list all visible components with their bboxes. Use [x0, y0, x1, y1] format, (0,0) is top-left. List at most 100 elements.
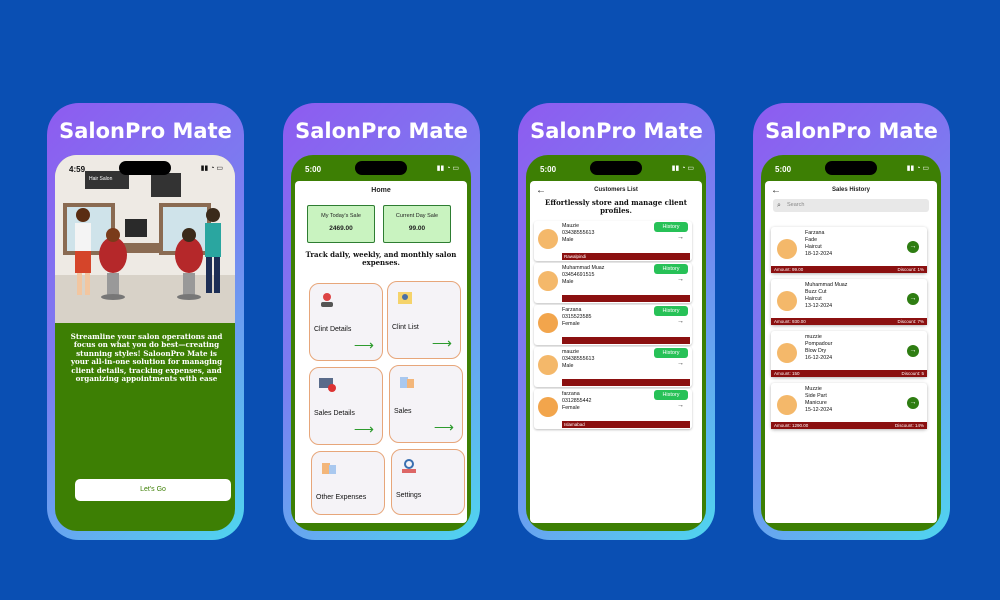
salon-illustration: Hair Salon — [55, 155, 235, 323]
tile-other-expenses[interactable]: Other Expenses — [311, 451, 385, 515]
tile-label: Other Expenses — [316, 494, 367, 501]
status-time: 5:00 — [305, 165, 322, 174]
male-avatar-icon — [777, 291, 797, 311]
customer-city — [562, 379, 690, 386]
customer-phone: 0312855442 — [562, 398, 592, 404]
customer-row[interactable]: farzana 0312855442 Female History → Islama… — [534, 389, 692, 429]
status-time: 4:59 — [69, 165, 86, 174]
customer-gender: Male — [562, 237, 574, 243]
customer-phone: 03438555613 — [562, 230, 595, 236]
customer-gender: Male — [562, 363, 574, 369]
customer-name: Mauzie — [562, 223, 580, 229]
female-avatar-icon — [777, 239, 797, 259]
customer-city: Rawalpindi — [562, 253, 690, 260]
history-button[interactable]: History — [654, 306, 688, 316]
customer-name: Muhammad Muaz — [562, 265, 605, 271]
sale-client-name: muzzie — [805, 334, 822, 340]
sale-service: Haircut — [805, 244, 822, 250]
phone-notch — [825, 161, 877, 175]
today-sale-value: 2469.00 — [329, 225, 353, 232]
search-placeholder: Search — [787, 202, 805, 208]
male-avatar-icon — [777, 343, 797, 363]
customer-phone: 03454691515 — [562, 272, 595, 278]
customer-row[interactable]: Mauzie 03438555613 Male History → Rawalpin… — [534, 221, 692, 261]
tile-label: Clint List — [392, 324, 419, 331]
page-title: Home — [371, 187, 391, 194]
sale-client-name: Muhammad Muaz — [805, 282, 848, 288]
tile-settings[interactable]: Settings — [391, 449, 465, 515]
sale-record[interactable]: muzzie Pompadour Blow Dry 16-12-2024 → Amou… — [771, 331, 927, 377]
customer-row[interactable]: Muhammad Muaz 03454691515 Male History → — [534, 263, 692, 303]
male-avatar-icon — [538, 271, 558, 291]
arrow-right-icon[interactable]: → — [677, 234, 684, 241]
phone-sales-history: 5:00 ▮▮ ◔ ▭ ← Sales History ⌕ Search Far… — [761, 155, 941, 531]
customer-city — [562, 337, 690, 344]
expenses-icon — [322, 463, 336, 474]
customer-phone: 03438555613 — [562, 356, 595, 362]
card-title: SalonPro Mate — [530, 119, 703, 143]
arrow-right-icon[interactable]: → — [907, 241, 919, 253]
arrow-right-icon[interactable]: → — [907, 397, 919, 409]
signal-battery-icon: ▮▮ ◔ ▭ — [671, 165, 694, 172]
sales-details-icon — [319, 378, 336, 392]
sale-record[interactable]: Muhammad Muaz Buzz Cut Haircut 13-12-2024 →… — [771, 279, 927, 325]
sale-record[interactable]: Muzzie Side Part Manicure 15-12-2024 → Amou… — [771, 383, 927, 429]
sale-service: Haircut — [805, 296, 822, 302]
card-title: SalonPro Mate — [295, 119, 468, 143]
history-button[interactable]: History — [654, 348, 688, 358]
sale-service: Manicure — [805, 400, 827, 406]
tile-sales[interactable]: Sales ⟶ — [389, 365, 463, 443]
tile-client-details[interactable]: Clint Details ⟶ — [309, 283, 383, 361]
sale-date: 13-12-2024 — [805, 303, 833, 309]
promo-card-sales-history: SalonPro Mate 5:00 ▮▮ ◔ ▭ ← Sales Histor… — [753, 103, 950, 540]
page-title: Sales History — [831, 187, 871, 193]
customer-row[interactable]: mauzie 03438555613 Male History → — [534, 347, 692, 387]
sale-date: 15-12-2024 — [805, 407, 833, 413]
sale-discount: Discount: 1% — [897, 267, 924, 272]
tile-client-list[interactable]: Clint List ⟶ — [387, 281, 461, 359]
history-button[interactable]: History — [654, 222, 688, 232]
back-arrow-icon[interactable]: ← — [771, 185, 781, 196]
customer-city: Islamabad — [562, 421, 690, 428]
arrow-right-icon[interactable]: → — [677, 402, 684, 409]
page-title: Customers List — [594, 187, 638, 193]
history-button[interactable]: History — [654, 390, 688, 400]
back-arrow-icon[interactable]: ← — [536, 185, 546, 196]
arrow-right-icon[interactable]: → — [907, 293, 919, 305]
search-input[interactable]: ⌕ Search — [773, 199, 929, 212]
sale-service: Side Part — [805, 393, 827, 399]
arrow-right-icon[interactable]: → — [907, 345, 919, 357]
today-sale-label: My Today's Sale — [321, 213, 361, 219]
arrow-right-icon: ⟶ — [353, 337, 374, 353]
signal-battery-icon: ▮▮ ◔ ▭ — [200, 165, 223, 172]
female-avatar-icon — [538, 313, 558, 333]
customer-city — [562, 295, 690, 302]
sale-summary-bar: Amount: 150 Discount: 5 — [771, 370, 927, 377]
sale-amount: Amount: 150 — [774, 371, 800, 376]
sale-date: 16-12-2024 — [805, 355, 833, 361]
client-details-icon — [321, 293, 333, 307]
promo-card-home: SalonPro Mate 5:00 ▮▮ ◔ ▭ Home My Today'… — [283, 103, 480, 540]
customer-row[interactable]: Farzana 0315523585 Female History → — [534, 305, 692, 345]
sale-client-name: Muzzie — [805, 386, 822, 392]
arrow-right-icon[interactable]: → — [677, 318, 684, 325]
arrow-right-icon[interactable]: → — [677, 276, 684, 283]
sale-record[interactable]: Farzana Fade Haircut 18-12-2024 → Amount: 9… — [771, 227, 927, 273]
sale-client-name: Farzana — [805, 230, 825, 236]
signal-battery-icon: ▮▮ ◔ ▭ — [436, 165, 459, 172]
welcome-description: Streamline your salon operations and foc… — [70, 332, 223, 384]
card-title: SalonPro Mate — [59, 119, 232, 143]
male-avatar-icon — [538, 355, 558, 375]
arrow-right-icon[interactable]: → — [677, 360, 684, 367]
customer-gender: Male — [562, 279, 574, 285]
lets-go-button[interactable]: Let's Go — [75, 479, 231, 501]
history-button[interactable]: History — [654, 264, 688, 274]
card-title: SalonPro Mate — [765, 119, 938, 143]
customers-screen: ← Customers List Effortlessly store and … — [530, 181, 702, 523]
customer-phone: 0315523585 — [562, 314, 592, 320]
current-sale-label: Current Day Sale — [395, 213, 439, 219]
tile-sales-details[interactable]: Sales Details ⟶ — [309, 367, 383, 445]
customer-name: farzana — [562, 391, 580, 397]
phone-notch — [119, 161, 171, 175]
arrow-right-icon: ⟶ — [433, 419, 454, 435]
